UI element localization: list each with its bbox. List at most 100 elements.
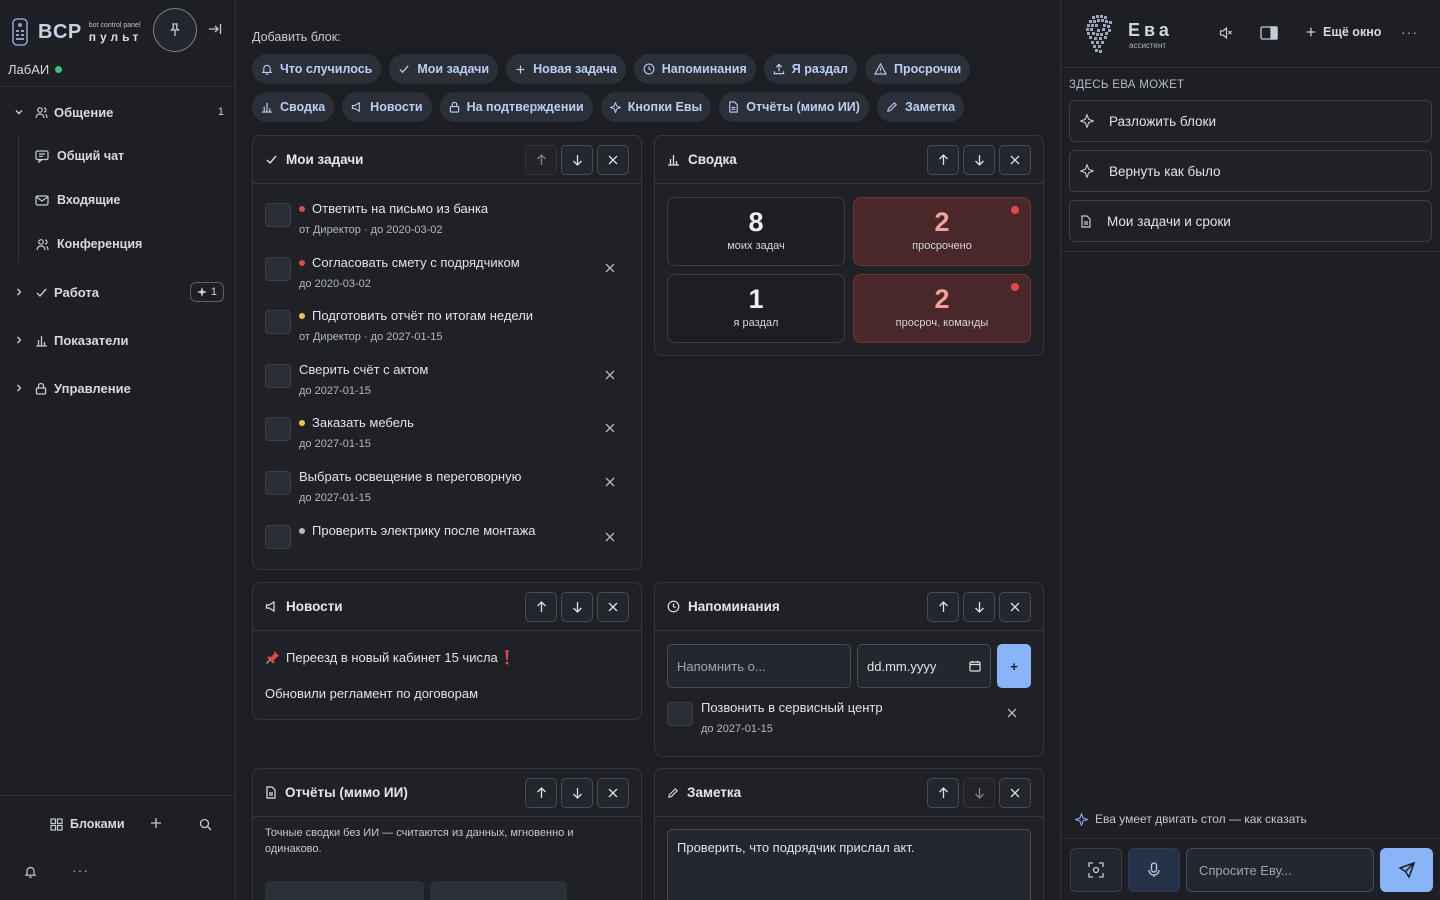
close-block-button[interactable] bbox=[999, 591, 1031, 622]
move-down-button[interactable] bbox=[561, 591, 593, 622]
report-button[interactable] bbox=[265, 881, 424, 900]
brand-subtitle: пульт bbox=[88, 29, 143, 44]
close-block-button[interactable] bbox=[597, 591, 629, 622]
note-card: Заметка Проверить, что подрядчик прислал… bbox=[654, 768, 1044, 900]
task-checkbox[interactable] bbox=[265, 471, 291, 495]
work-badge[interactable]: 1 bbox=[189, 282, 224, 302]
check-icon bbox=[399, 65, 410, 74]
close-icon bbox=[608, 602, 618, 611]
collapse-sidebar-button[interactable] bbox=[206, 20, 224, 38]
search-button[interactable] bbox=[199, 818, 212, 831]
priority-dot bbox=[299, 527, 305, 534]
microphone-button[interactable] bbox=[1128, 848, 1180, 892]
report-button[interactable] bbox=[430, 881, 567, 900]
close-block-button[interactable] bbox=[999, 144, 1031, 175]
stat-overdue[interactable]: 2 просрочено bbox=[853, 197, 1031, 266]
assistant-hint[interactable]: Ева умеет двигать стол — как сказать bbox=[1075, 812, 1307, 826]
tasks-deadlines-button[interactable]: Мои задачи и сроки bbox=[1069, 200, 1432, 242]
task-checkbox[interactable] bbox=[265, 203, 291, 227]
task-checkbox[interactable] bbox=[265, 525, 291, 549]
close-block-button[interactable] bbox=[597, 777, 629, 808]
delete-task-button[interactable] bbox=[605, 532, 615, 542]
chip-my-tasks[interactable]: Мои задачи bbox=[389, 54, 499, 84]
assistant-input[interactable]: Спросите Еву... bbox=[1186, 848, 1374, 892]
stat-delegated[interactable]: 1 я раздал bbox=[667, 274, 845, 343]
nav-work[interactable]: Работа 1 bbox=[12, 279, 224, 305]
chip-reports[interactable]: Отчёты (мимо ИИ) bbox=[719, 92, 869, 122]
notifications-button[interactable] bbox=[24, 865, 37, 878]
move-down-button[interactable] bbox=[963, 777, 995, 808]
delete-task-button[interactable] bbox=[605, 370, 615, 380]
new-window-button[interactable]: Ещё окно bbox=[1305, 25, 1381, 39]
note-textarea[interactable]: Проверить, что подрядчик прислал акт. bbox=[667, 829, 1031, 900]
delete-task-button[interactable] bbox=[605, 423, 615, 433]
task-checkbox[interactable] bbox=[265, 257, 291, 281]
close-icon bbox=[605, 370, 615, 380]
toggle-panel-button[interactable] bbox=[1260, 26, 1278, 40]
remote-icon bbox=[12, 18, 28, 46]
task-checkbox[interactable] bbox=[265, 417, 291, 441]
nav-general-chat[interactable]: Общий чат bbox=[34, 144, 124, 168]
chip-reminders[interactable]: Напоминания bbox=[633, 54, 756, 84]
screen-capture-button[interactable] bbox=[1070, 848, 1122, 892]
ellipsis-icon: ··· bbox=[72, 862, 89, 878]
divider bbox=[1061, 251, 1440, 252]
assistant-name: Ева bbox=[1128, 20, 1173, 40]
nav-inbox[interactable]: Входящие bbox=[34, 188, 120, 212]
card-title: Отчёты (мимо ИИ) bbox=[285, 785, 408, 800]
delete-task-button[interactable] bbox=[605, 263, 615, 273]
chip-note[interactable]: Заметка bbox=[876, 92, 965, 122]
nav-metrics[interactable]: Показатели bbox=[12, 327, 224, 353]
alert-dot bbox=[1011, 206, 1019, 214]
move-down-button[interactable] bbox=[963, 144, 995, 175]
task-checkbox[interactable] bbox=[265, 310, 291, 334]
blocks-view-button[interactable]: Блоками bbox=[50, 814, 125, 834]
calendar-icon[interactable] bbox=[969, 660, 981, 672]
more-options-button[interactable]: ··· bbox=[1401, 24, 1418, 40]
send-button[interactable] bbox=[1380, 848, 1433, 892]
move-up-button[interactable] bbox=[525, 591, 557, 622]
arrow-up-icon bbox=[536, 600, 546, 612]
chip-eva-buttons[interactable]: Кнопки Евы bbox=[600, 92, 712, 122]
nav-management[interactable]: Управление bbox=[12, 375, 224, 401]
card-title: Сводка bbox=[688, 152, 737, 167]
move-down-button[interactable] bbox=[561, 777, 593, 808]
delete-task-button[interactable] bbox=[605, 477, 615, 487]
reminder-checkbox[interactable] bbox=[667, 702, 693, 726]
stat-my-tasks[interactable]: 8 моих задач bbox=[667, 197, 845, 266]
chip-news[interactable]: Новости bbox=[342, 92, 432, 122]
move-down-button[interactable] bbox=[561, 144, 593, 175]
move-down-button[interactable] bbox=[963, 591, 995, 622]
task-checkbox[interactable] bbox=[265, 364, 291, 388]
reminder-text-input[interactable]: Напомнить о... bbox=[667, 644, 851, 688]
nav-conference[interactable]: Конференция bbox=[34, 232, 142, 256]
reminder-date-input[interactable]: dd.mm.yyyy bbox=[857, 644, 991, 688]
delete-reminder-button[interactable] bbox=[1007, 708, 1017, 718]
screen-capture-icon bbox=[1088, 862, 1104, 878]
chip-delegated[interactable]: Я раздал bbox=[763, 54, 857, 84]
grid-icon bbox=[50, 817, 63, 831]
chip-summary[interactable]: Сводка bbox=[252, 92, 335, 122]
pin-button[interactable] bbox=[153, 8, 197, 52]
move-up-button[interactable] bbox=[525, 144, 557, 175]
move-up-button[interactable] bbox=[927, 591, 959, 622]
nav-communication[interactable]: Общение 1 bbox=[12, 99, 224, 125]
mute-button[interactable] bbox=[1219, 26, 1233, 40]
add-reminder-button[interactable]: + bbox=[997, 644, 1031, 688]
stat-team-overdue[interactable]: 2 просроч. команды bbox=[853, 274, 1031, 343]
chip-new-task[interactable]: Новая задача bbox=[506, 54, 626, 84]
close-block-button[interactable] bbox=[597, 144, 629, 175]
restore-layout-button[interactable]: Вернуть как было bbox=[1069, 150, 1432, 192]
move-up-button[interactable] bbox=[927, 144, 959, 175]
move-up-button[interactable] bbox=[927, 777, 959, 808]
move-up-button[interactable] bbox=[525, 777, 557, 808]
chip-overdue[interactable]: Просрочки bbox=[865, 54, 971, 84]
brand-logo[interactable]: BCP bot control panel пульт bbox=[10, 10, 142, 54]
close-block-button[interactable] bbox=[999, 777, 1031, 808]
chip-what-happened[interactable]: Что случилось bbox=[252, 54, 382, 84]
arrange-blocks-button[interactable]: Разложить блоки bbox=[1069, 100, 1432, 142]
more-options-button[interactable]: ··· bbox=[72, 862, 89, 878]
chip-pending-approval[interactable]: На подтверждении bbox=[439, 92, 593, 122]
warning-icon bbox=[874, 63, 887, 75]
add-button[interactable] bbox=[149, 816, 163, 830]
